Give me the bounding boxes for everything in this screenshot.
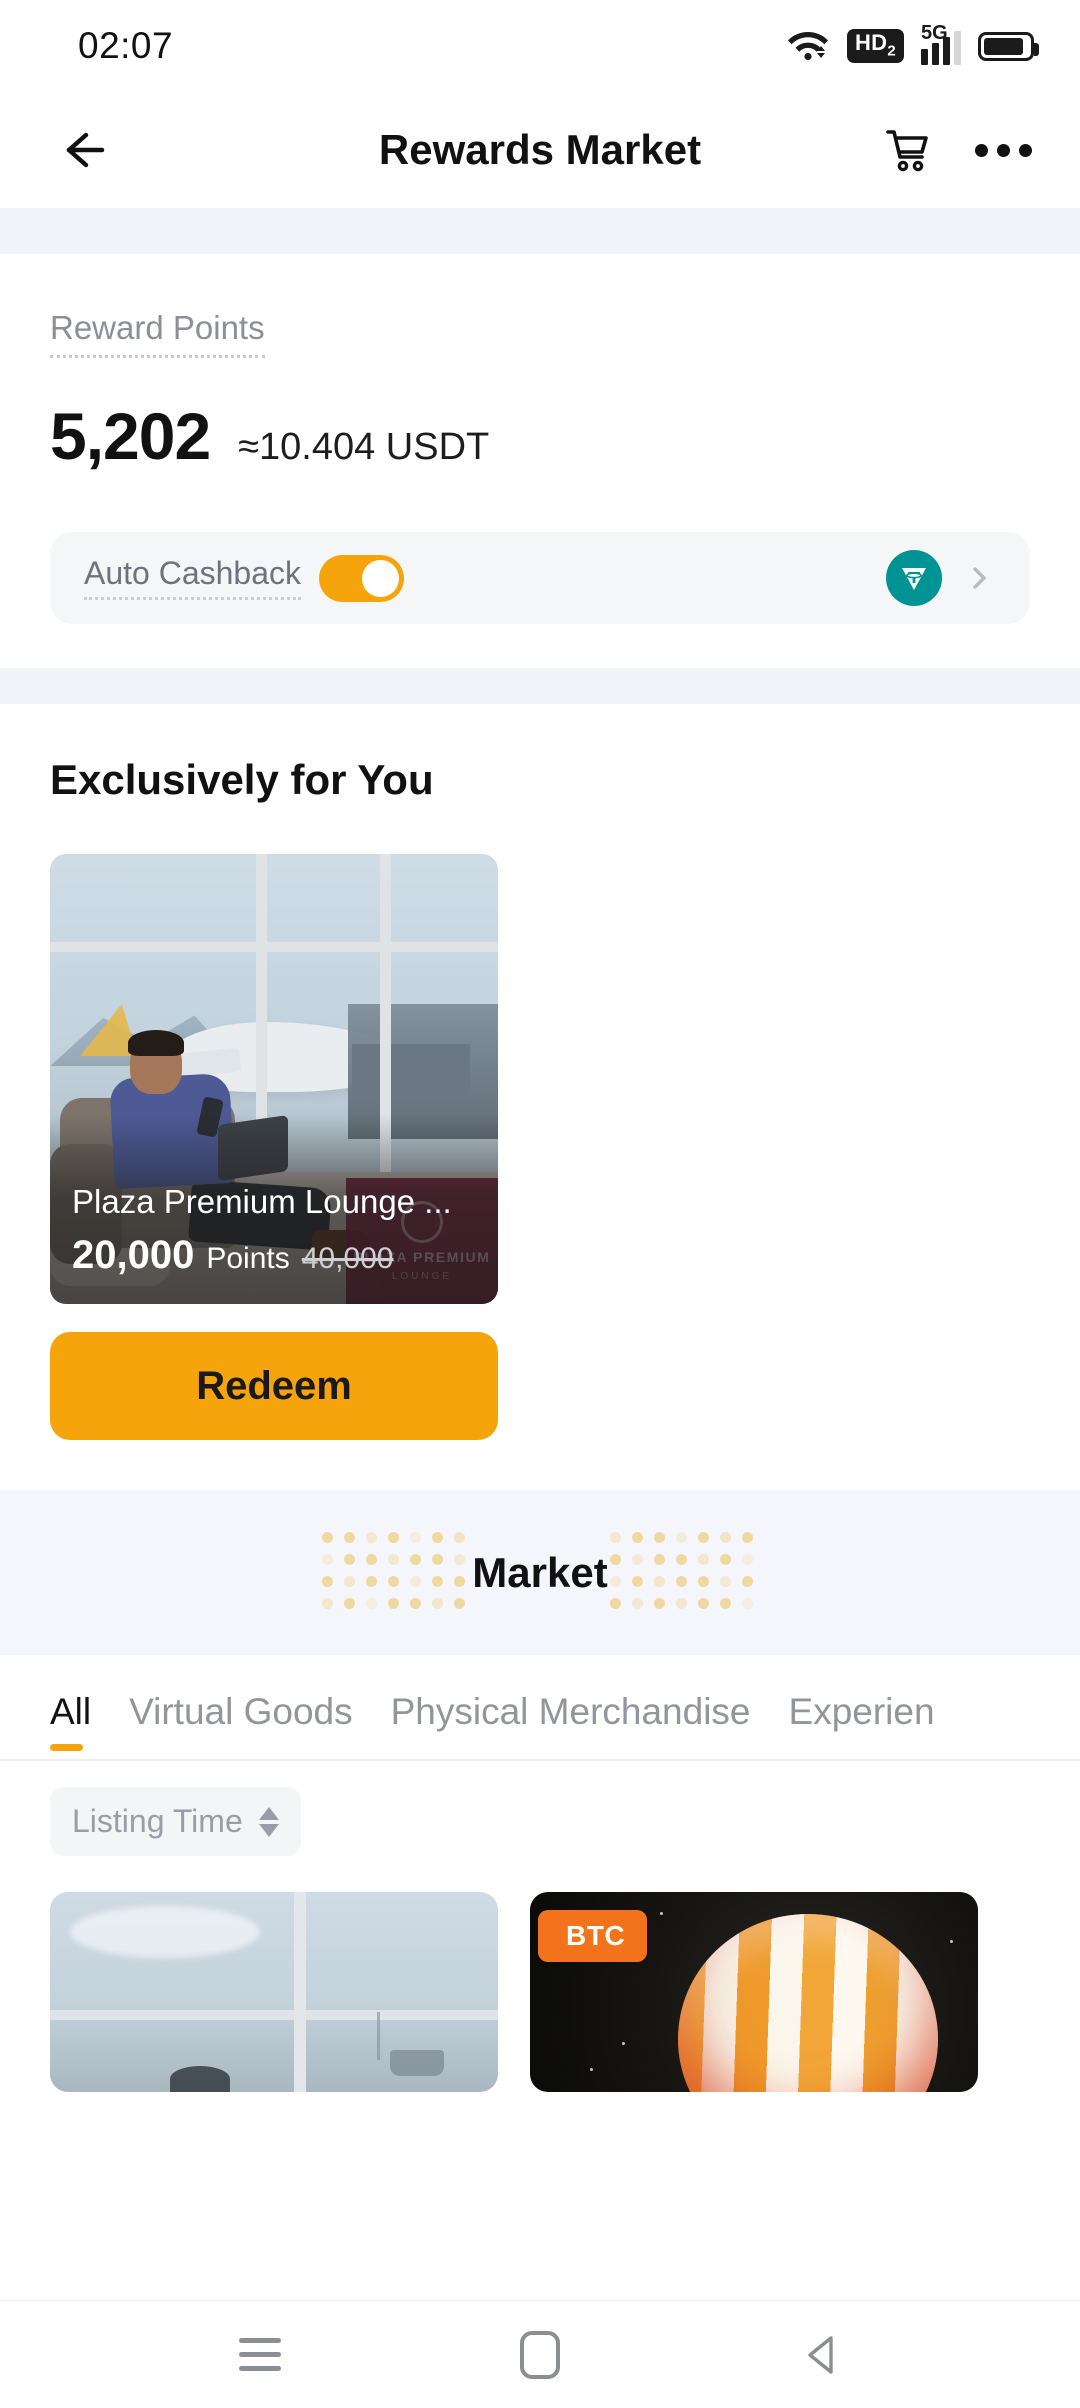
promo-product-card[interactable]: PLAZA PREMIUM LOUNGE Plaza Premium Loung… xyxy=(50,854,498,1305)
auto-cashback-label: Auto Cashback xyxy=(84,556,302,601)
more-options-icon[interactable] xyxy=(975,143,1032,157)
signal-icon: 5G xyxy=(921,23,961,65)
auto-cashback-right xyxy=(886,550,994,607)
market-tabs-wrap: All Virtual Goods Physical Merchandise E… xyxy=(0,1655,1080,1762)
status-bar: 02:07 HD2 5G xyxy=(0,0,1080,92)
promo-points: 20,000 xyxy=(72,1233,195,1278)
reward-points-row: 5,202 ≈10.404 USDT xyxy=(50,398,1030,474)
promo-original-points: 40,000 xyxy=(301,1242,394,1276)
battery-icon xyxy=(978,31,1039,61)
sort-arrows-icon xyxy=(258,1806,279,1837)
reward-points-label[interactable]: Reward Points xyxy=(50,309,265,359)
redeem-button[interactable]: Redeem xyxy=(50,1332,498,1441)
reward-points-usdt: ≈10.404 USDT xyxy=(238,426,490,469)
tab-physical-merchandise[interactable]: Physical Merchandise xyxy=(391,1691,751,1759)
shopping-cart-icon[interactable] xyxy=(883,125,933,175)
market-band: Market xyxy=(0,1490,1080,1656)
tab-experiences[interactable]: Experien xyxy=(789,1691,935,1759)
listing-time-label: Listing Time xyxy=(72,1803,243,1840)
wifi-icon xyxy=(786,27,830,66)
app-bar-actions xyxy=(883,125,1032,175)
auto-cashback-toggle[interactable] xyxy=(319,554,405,602)
product-card-lounge[interactable] xyxy=(50,1892,498,2093)
promo-price-row: 20,000 Points 40,000 xyxy=(72,1233,480,1278)
reward-points-value: 5,202 xyxy=(50,399,211,474)
exclusive-title: Exclusively for You xyxy=(50,756,434,804)
tabs-divider xyxy=(0,1759,1080,1762)
status-icons: HD2 5G xyxy=(786,23,1039,66)
tab-virtual-goods[interactable]: Virtual Goods xyxy=(129,1691,353,1759)
promo-product-name: Plaza Premium Lounge ... xyxy=(72,1183,452,1221)
recents-icon[interactable] xyxy=(210,2320,310,2390)
exclusive-section: Exclusively for You Plaza Premium Lounge… xyxy=(0,704,1080,1441)
bitcoin-sphere-graphic xyxy=(678,1914,938,2093)
back-arrow-icon[interactable] xyxy=(56,123,110,177)
market-title: Market xyxy=(472,1548,608,1596)
hd2-badge: HD2 xyxy=(846,29,904,63)
header-gap xyxy=(0,208,1080,254)
product-grid: BTC xyxy=(0,1856,1080,2093)
mobile-screen: 02:07 HD2 5G Rewards Market Reward Point… xyxy=(0,0,1080,2408)
auto-cashback-row[interactable]: Auto Cashback xyxy=(50,532,1030,625)
tab-all[interactable]: All xyxy=(50,1691,91,1759)
filter-row: Listing Time xyxy=(0,1761,1080,1857)
card-gap xyxy=(0,668,1080,705)
exclusive-bottom-pad xyxy=(0,1440,1080,1491)
status-clock: 02:07 xyxy=(78,25,174,66)
btc-badge: BTC xyxy=(538,1910,648,1963)
app-bar: Rewards Market xyxy=(0,92,1080,208)
listing-time-filter[interactable]: Listing Time xyxy=(50,1787,301,1857)
android-nav-bar xyxy=(0,2300,1080,2408)
market-dots-right xyxy=(610,1531,758,1614)
promo-text: Plaza Premium Lounge ... 20,000 Points 4… xyxy=(72,1183,480,1278)
usdt-coin-icon xyxy=(886,550,942,607)
promo-points-unit: Points xyxy=(206,1242,290,1276)
home-icon[interactable] xyxy=(490,2320,590,2390)
back-nav-icon[interactable] xyxy=(770,2320,870,2390)
market-tabs: All Virtual Goods Physical Merchandise E… xyxy=(0,1655,1080,1759)
reward-points-card: Reward Points 5,202 ≈10.404 USDT Auto Ca… xyxy=(0,254,1080,669)
chevron-right-icon[interactable] xyxy=(964,563,994,593)
market-dots-left xyxy=(322,1531,470,1614)
product-card-btc[interactable]: BTC xyxy=(530,1892,978,2093)
